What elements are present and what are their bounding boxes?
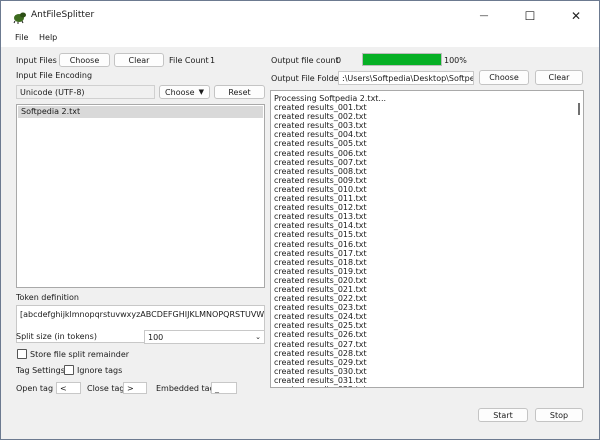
log-line: created results_017.txt [274,248,367,258]
output-count-value: 0 [336,56,342,65]
file-count-value: 1 [210,56,216,65]
input-file-list[interactable]: Softpedia 2.txt [16,104,265,288]
window-title: AntFileSplitter [31,10,95,20]
encoding-field[interactable]: Unicode (UTF-8) [16,85,155,99]
log-line: created results_030.txt [274,366,367,376]
log-line: created results_031.txt [274,375,367,385]
log-line: created results_020.txt [274,275,367,285]
log-line: Processing Softpedia 2.txt... [274,94,387,103]
ant-app-icon [13,10,27,24]
close-icon: ✕ [570,9,582,23]
log-line: created results_023.txt [274,303,367,313]
file-count-label: File Count [169,56,209,65]
log-line: created results_015.txt [274,230,367,240]
split-size-label: Split size (in tokens) [16,332,97,341]
progress-fill [363,54,441,65]
split-size-value: 100 [148,332,164,342]
chevron-down-icon: ⌄ [255,333,261,341]
output-count-label: Output file count [271,56,339,65]
output-folder-field[interactable]: :\Users\Softpedia\Desktop\Softpedia [338,71,474,85]
log-line: created results_024.txt [274,312,367,322]
input-choose-button[interactable]: Choose [59,53,110,67]
encoding-choose-label: Choose [165,87,195,97]
encoding-choose-button[interactable]: Choose ▼ [159,85,210,99]
ignore-tags-checkbox[interactable] [64,365,74,375]
embedded-tag-label: Embedded tag [156,384,215,393]
input-files-label: Input Files [16,56,57,65]
close-button[interactable]: ✕ [553,1,599,31]
log-line: created results_026.txt [274,330,367,340]
log-line: created results_001.txt [274,103,367,113]
maximize-icon: ☐ [524,9,536,23]
log-line: created results_005.txt [274,139,367,149]
progress-percent: 100% [444,56,467,65]
store-remainder-label: Store file split remainder [30,350,130,359]
embedded-tag-input[interactable]: _ [211,382,237,394]
log-line: created results_006.txt [274,148,367,158]
output-folder-label: Output File Folder [271,74,342,83]
stop-button[interactable]: Stop [535,408,583,422]
output-choose-button[interactable]: Choose [479,70,529,85]
title-bar[interactable]: AntFileSplitter — ☐ ✕ [1,1,599,31]
store-remainder-checkbox[interactable] [17,349,27,359]
minimize-icon: — [479,11,489,21]
tag-settings-label: Tag Settings [16,366,65,375]
log-line: created results_011.txt [274,194,367,204]
log-lines: Processing Softpedia 2.txt... created res… [274,94,569,387]
app-window: AntFileSplitter — ☐ ✕ File Help Input Fi… [0,0,600,440]
maximize-button[interactable]: ☐ [507,1,553,31]
close-tag-label: Close tag [87,384,125,393]
output-clear-button[interactable]: Clear [535,70,583,85]
input-clear-button[interactable]: Clear [114,53,164,67]
menu-help[interactable]: Help [39,33,57,42]
log-line: created results_021.txt [274,284,367,294]
log-output-panel[interactable]: Processing Softpedia 2.txt... created res… [270,90,584,388]
log-line: created results_018.txt [274,257,367,267]
log-line: created results_029.txt [274,357,367,367]
menu-bar: File Help [1,31,599,47]
log-line: created results_025.txt [274,321,367,331]
log-scrollbar-thumb[interactable] [578,103,580,115]
minimize-button[interactable]: — [461,1,507,31]
log-line: created results_010.txt [274,184,367,194]
menu-file[interactable]: File [15,33,28,42]
log-line: created results_007.txt [274,157,367,167]
progress-bar [362,53,442,66]
ignore-tags-label: Ignore tags [77,366,123,375]
log-line: created results_013.txt [274,212,367,222]
log-line: created results_019.txt [274,266,367,276]
log-line: created results_002.txt [274,112,367,122]
log-line: created results_012.txt [274,203,367,213]
log-line: created results_009.txt [274,175,367,185]
list-item[interactable]: Softpedia 2.txt [18,106,263,118]
encoding-reset-button[interactable]: Reset [214,85,265,99]
open-tag-label: Open tag [16,384,54,393]
dropdown-arrow-icon: ▼ [198,88,204,96]
close-tag-input[interactable]: > [123,382,147,394]
log-line: created results_016.txt [274,239,367,249]
log-line: created results_003.txt [274,121,367,131]
split-size-select[interactable]: 100 ⌄ [144,330,265,344]
log-line: created results_008.txt [274,166,367,176]
token-definition-label: Token definition [16,293,79,302]
log-line: created results_022.txt [274,294,367,304]
log-line: created results_014.txt [274,221,367,231]
log-line: created results_028.txt [274,348,367,358]
log-line: created results_027.txt [274,339,367,349]
open-tag-input[interactable]: < [56,382,81,394]
encoding-label: Input File Encoding [16,71,93,80]
log-line: created results_032.txt [274,385,569,387]
start-button[interactable]: Start [478,408,528,422]
log-line: created results_004.txt [274,130,367,140]
